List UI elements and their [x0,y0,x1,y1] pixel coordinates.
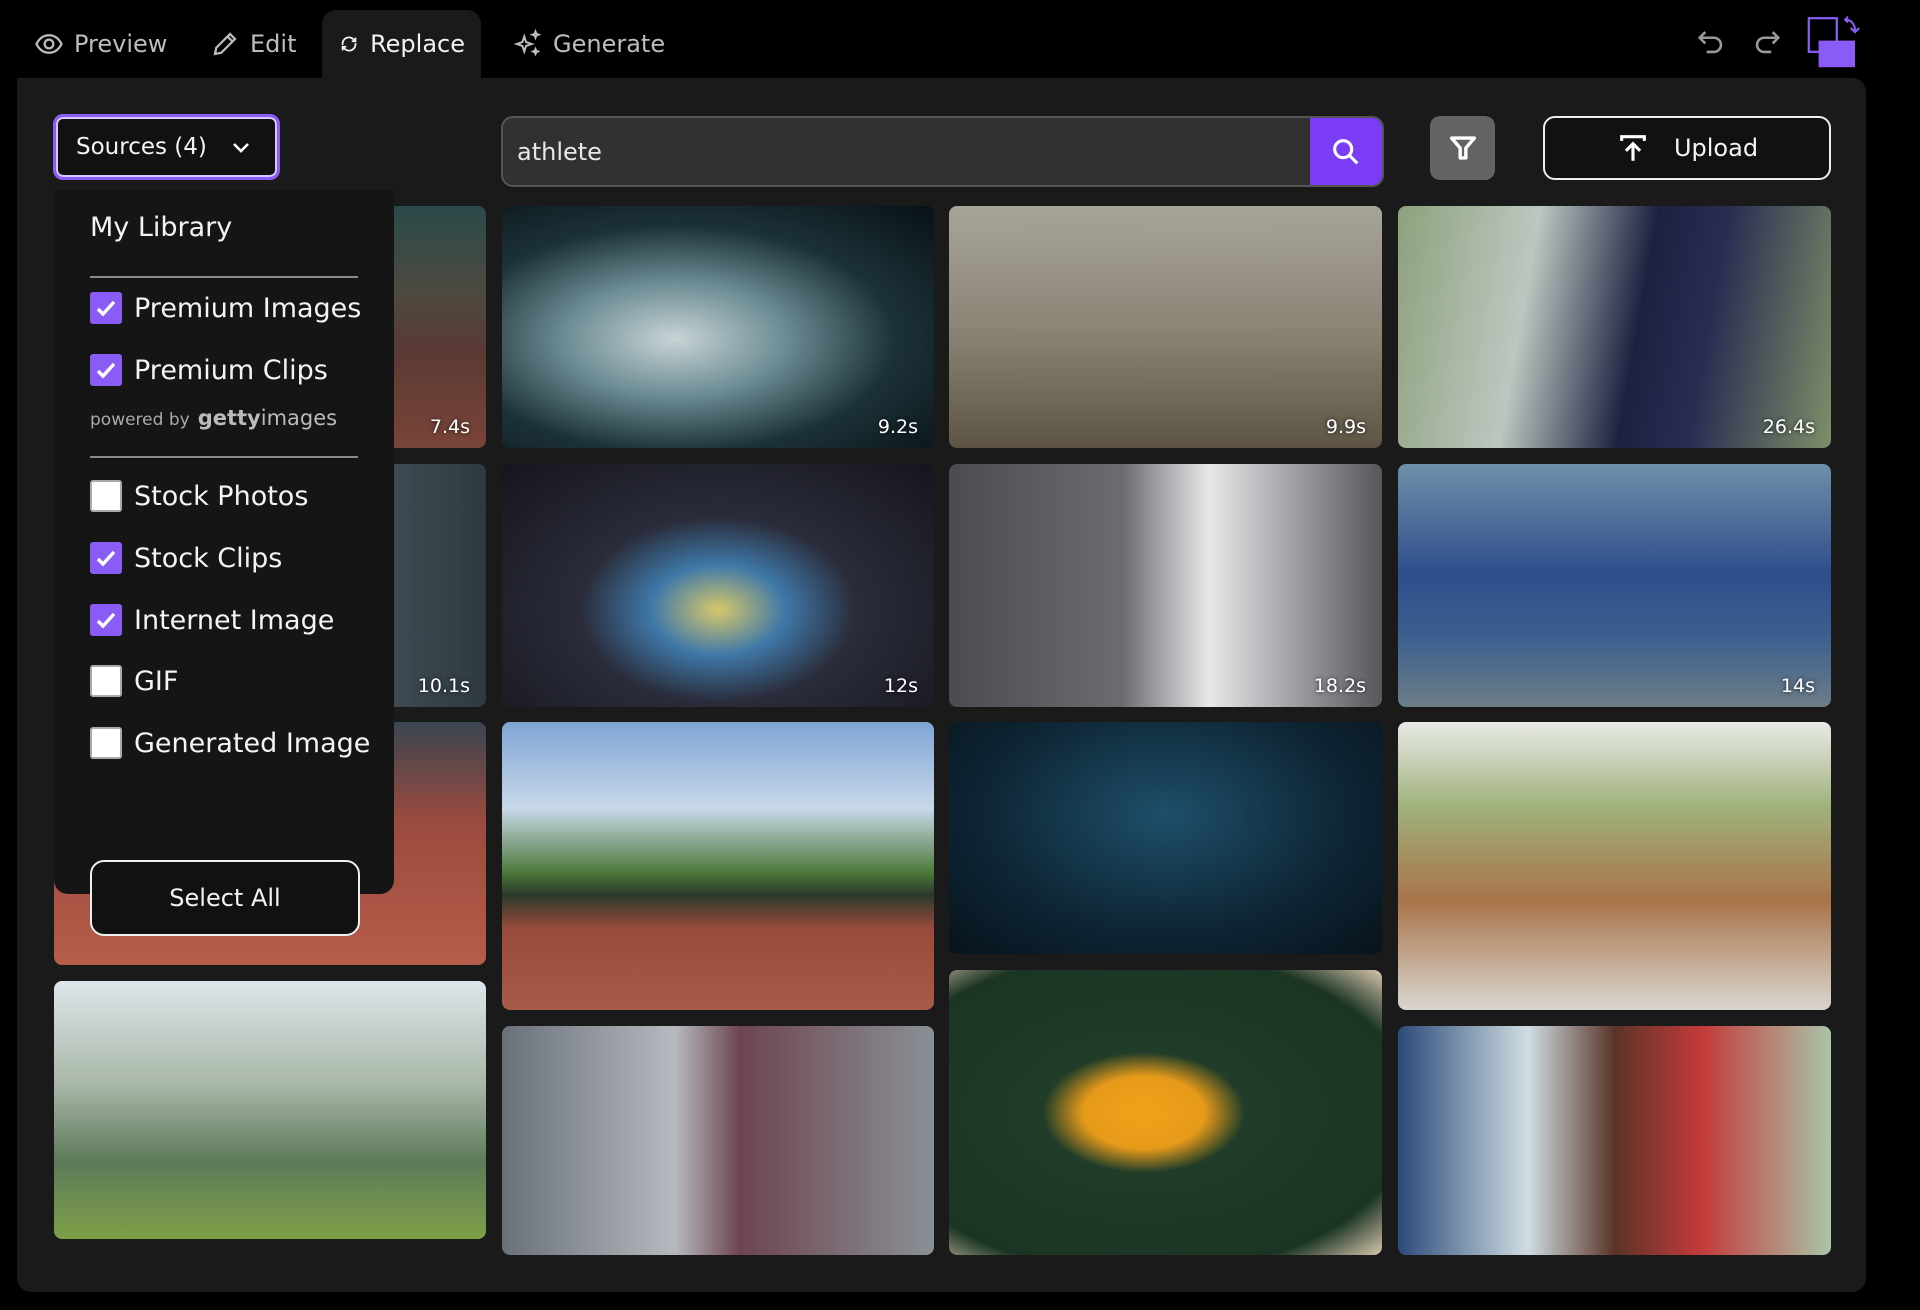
clip-duration: 10.1s [417,675,470,697]
divider [90,456,358,458]
sources-dropdown-menu: My Library Premium Images Premium Clips … [54,190,394,936]
my-library-link[interactable]: My Library [90,212,232,243]
filter-button[interactable] [1430,116,1495,180]
checkbox[interactable] [90,480,122,512]
filter-icon [1449,136,1476,160]
refresh-icon [341,36,357,52]
check-icon [96,362,116,379]
result-thumbnail[interactable] [502,1026,934,1255]
option-label: Premium Images [134,292,362,324]
source-option-generated-image[interactable]: Generated Image [90,727,370,759]
check-icon [96,550,116,567]
replace-panel: 7.4s 9.2s 9.9s 26.4s 10.1s 12s 18.2s 14s… [17,78,1866,1292]
swap-layout-icon[interactable] [1806,14,1862,70]
option-label: Stock Clips [134,542,283,574]
result-thumbnail[interactable]: 9.9s [949,206,1382,448]
option-label: Stock Photos [134,480,309,512]
search-input[interactable] [503,118,1313,185]
gettyimages-logo: gettyimages [197,406,338,430]
redo-icon[interactable] [1750,25,1784,59]
search-bar [501,116,1384,187]
checkbox[interactable] [90,292,122,324]
check-icon [96,612,116,629]
result-thumbnail[interactable] [949,970,1382,1255]
result-thumbnail[interactable]: 12s [502,464,934,707]
checkbox[interactable] [90,727,122,759]
source-option-premium-clips[interactable]: Premium Clips [90,354,328,386]
tab-label: Replace [370,30,465,58]
mode-tabs: Preview Edit Replace Generate [0,0,1920,78]
tab-replace[interactable]: Replace [322,10,481,78]
search-button[interactable] [1310,118,1382,185]
tab-preview[interactable]: Preview [18,10,183,78]
select-all-button[interactable]: Select All [90,860,360,936]
upload-icon [1620,135,1646,161]
checkbox[interactable] [90,354,122,386]
clip-duration: 18.2s [1313,675,1366,697]
powered-by-getty: powered by gettyimages [90,406,337,430]
result-thumbnail[interactable]: 14s [1398,464,1831,707]
checkbox[interactable] [90,542,122,574]
chevron-down-icon [232,143,249,153]
source-option-stock-photos[interactable]: Stock Photos [90,480,308,512]
clip-duration: 14s [1780,675,1815,697]
result-thumbnail[interactable] [1398,722,1831,1010]
history-toolbar [1694,14,1862,70]
check-icon [96,300,116,317]
tab-label: Preview [74,30,168,58]
sources-dropdown-button[interactable]: Sources (4) [53,114,280,180]
result-thumbnail[interactable]: 26.4s [1398,206,1831,448]
tab-label: Edit [250,30,297,58]
powered-by-text: powered by [90,410,190,430]
option-label: Generated Image [134,727,371,759]
result-thumbnail[interactable]: 18.2s [949,464,1382,707]
clip-duration: 9.9s [1325,416,1366,438]
tab-generate[interactable]: Generate [497,10,681,78]
checkbox[interactable] [90,665,122,697]
checkbox[interactable] [90,604,122,636]
undo-icon[interactable] [1694,25,1728,59]
option-label: Internet Image [134,604,335,636]
tab-edit[interactable]: Edit [194,10,312,78]
source-option-internet-image[interactable]: Internet Image [90,604,334,636]
source-option-premium-images[interactable]: Premium Images [90,292,361,324]
option-label: GIF [134,665,179,697]
pencil-icon [213,32,237,56]
result-thumbnail[interactable] [502,722,934,1010]
clip-duration: 26.4s [1762,416,1815,438]
sparkle-icon [513,29,542,57]
result-thumbnail[interactable] [1398,1026,1831,1255]
clip-duration: 12s [883,675,918,697]
result-thumbnail[interactable]: 9.2s [502,206,934,448]
clip-duration: 7.4s [429,416,470,438]
upload-button[interactable]: Upload [1543,116,1831,180]
clip-duration: 9.2s [877,416,918,438]
sources-label: Sources (4) [76,134,207,160]
source-option-stock-clips[interactable]: Stock Clips [90,542,282,574]
eye-icon [35,34,63,54]
option-label: Premium Clips [134,354,328,386]
upload-label: Upload [1673,134,1759,162]
divider [90,276,358,278]
result-thumbnail[interactable] [54,981,486,1239]
result-thumbnail[interactable] [949,722,1382,954]
search-icon [1333,138,1359,164]
tab-label: Generate [553,30,666,58]
source-option-gif[interactable]: GIF [90,665,178,697]
